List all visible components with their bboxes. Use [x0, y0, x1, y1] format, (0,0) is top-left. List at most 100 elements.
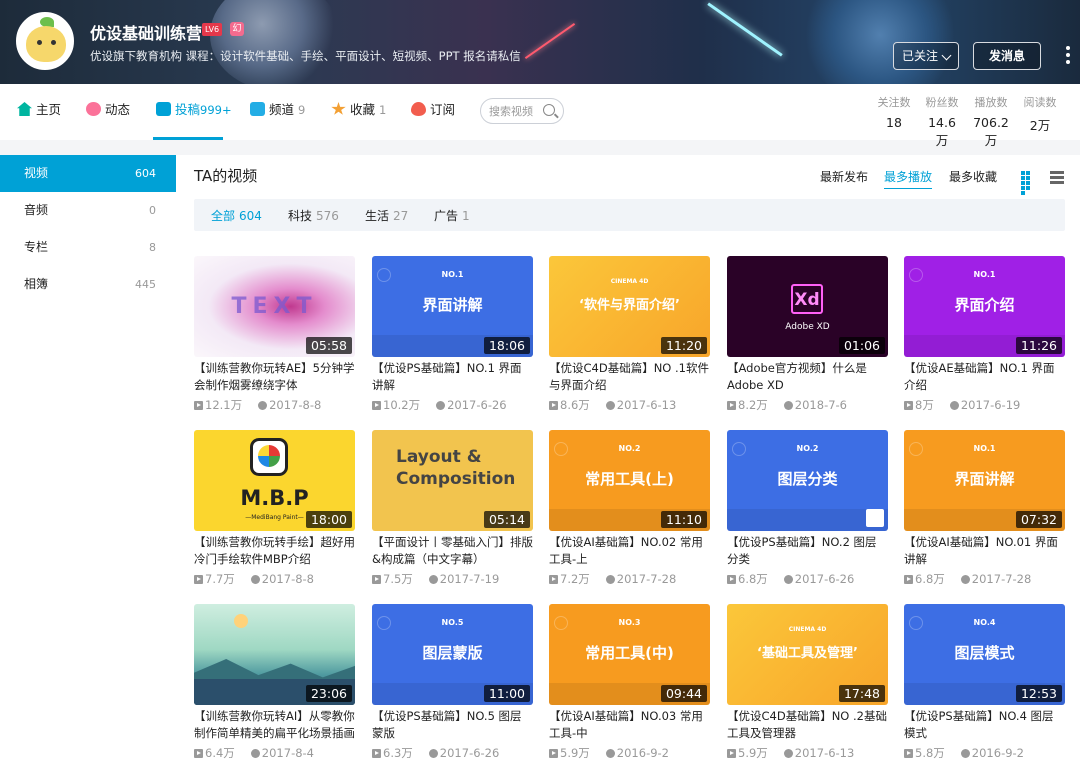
video-card[interactable]: TEXT 05:58 【训练营教你玩转AE】5分钟学会制作烟雾缭绕字体 12.1… — [194, 256, 355, 422]
sidebar-item-audio[interactable]: 音频 0 — [0, 192, 176, 229]
video-thumbnail[interactable]: NO.2 常用工具(上) 11:10 — [549, 430, 710, 531]
video-thumbnail[interactable]: NO.4 图层模式 12:53 — [904, 604, 1065, 705]
avatar[interactable] — [16, 12, 74, 70]
video-thumbnail[interactable]: Xd Adobe XD 01:06 — [727, 256, 888, 357]
video-meta: 5.9万 2017-6-13 — [727, 745, 888, 761]
search-icon[interactable] — [543, 104, 555, 116]
video-thumbnail[interactable]: NO.1 界面介绍 11:26 — [904, 256, 1065, 357]
video-title[interactable]: 【训练营教你玩转AE】5分钟学会制作烟雾缭绕字体 — [194, 360, 355, 394]
message-button[interactable]: 发消息 — [973, 42, 1041, 70]
tab-label: 主页 — [36, 102, 62, 117]
video-title[interactable]: 【优设C4D基础篇】NO .2基础工具及管理器 — [727, 708, 888, 742]
play-count-icon — [549, 401, 558, 410]
video-title[interactable]: 【优设AI基础篇】NO.03 常用工具-中 — [549, 708, 710, 742]
sidebar-item-album[interactable]: 相簿 445 — [0, 266, 176, 303]
video-meta: 6.4万 2017-8-4 — [194, 745, 355, 761]
video-title[interactable]: 【训练营教你玩转AI】从零教你制作简单精美的扁平化场景插画 — [194, 708, 355, 742]
video-thumbnail[interactable]: TEXT 05:58 — [194, 256, 355, 357]
play-count-icon — [194, 575, 203, 584]
list-view-icon[interactable] — [1050, 171, 1064, 185]
tab-uploads[interactable]: 投稿999+ — [156, 84, 232, 140]
tab-channels[interactable]: 频道 9 — [250, 84, 305, 140]
play-count-icon — [372, 575, 381, 584]
video-thumbnail[interactable]: CINEMA 4D ‘软件与界面介绍’ 11:20 — [549, 256, 710, 357]
sidebar-item-article[interactable]: 专栏 8 — [0, 229, 176, 266]
video-thumbnail[interactable]: Layout & Composition 05:14 — [372, 430, 533, 531]
video-title[interactable]: 【平面设计丨零基础入门】排版&构成篇（中文字幕） — [372, 534, 533, 568]
video-title[interactable]: 【优设PS基础篇】NO.1 界面讲解 — [372, 360, 533, 394]
play-count-icon — [904, 401, 913, 410]
video-thumbnail[interactable]: NO.1 界面讲解 07:32 — [904, 430, 1065, 531]
video-title[interactable]: 【优设PS基础篇】NO.2 图层分类 — [727, 534, 888, 568]
video-card[interactable]: NO.1 界面讲解 07:32 【优设AI基础篇】NO.01 界面讲解 6.8万… — [904, 430, 1065, 596]
clock-icon — [783, 401, 793, 410]
video-card[interactable]: M.B.P —MediBang Paint— 18:00 【训练营教你玩转手绘】… — [194, 430, 355, 596]
video-card[interactable]: Xd Adobe XD 01:06 【Adobe官方视频】什么是Adobe XD… — [727, 256, 888, 422]
grid-view-icon[interactable] — [1021, 171, 1035, 195]
heart-icon — [411, 102, 426, 116]
video-card[interactable]: NO.5 图层蒙版 11:00 【优设PS基础篇】NO.5 图层蒙版 6.3万 2… — [372, 604, 533, 770]
tab-subscriptions[interactable]: 订阅 — [411, 84, 459, 140]
video-card[interactable]: NO.2 图层分类 【优设PS基础篇】NO.2 图层分类 6.8万 2017-6-… — [727, 430, 888, 596]
play-count-icon — [372, 401, 381, 410]
role-badge: 幻 — [230, 22, 244, 36]
video-card[interactable]: Layout & Composition 05:14 【平面设计丨零基础入门】排… — [372, 430, 533, 596]
tab-favorites[interactable]: 收藏 1 — [331, 84, 386, 140]
video-card[interactable]: NO.2 常用工具(上) 11:10 【优设AI基础篇】NO.02 常用工具-上… — [549, 430, 710, 596]
active-tab-indicator — [153, 137, 223, 140]
video-title[interactable]: 【优设AE基础篇】NO.1 界面介绍 — [904, 360, 1065, 394]
video-meta: 12.1万 2017-8-8 — [194, 397, 355, 413]
banner-saber-red — [524, 22, 576, 60]
duration-badge: 23:06 — [305, 685, 352, 702]
clock-icon — [783, 575, 793, 584]
sidebar-item-video[interactable]: 视频 604 — [0, 155, 176, 192]
tab-home[interactable]: 主页 — [17, 84, 65, 140]
video-meta: 8.2万 2018-7-6 — [727, 397, 888, 413]
sort-most-favorited[interactable]: 最多收藏 — [949, 168, 997, 188]
search-input[interactable] — [489, 103, 545, 119]
filter-tech[interactable]: 科技 576 — [288, 207, 339, 224]
video-title[interactable]: 【Adobe官方视频】什么是Adobe XD — [727, 360, 888, 394]
filter-life[interactable]: 生活 27 — [365, 207, 408, 224]
tab-label: 收藏 — [350, 102, 376, 117]
stat-following[interactable]: 关注数 18 — [876, 94, 912, 130]
video-title[interactable]: 【优设AI基础篇】NO.01 界面讲解 — [904, 534, 1065, 568]
video-card[interactable]: CINEMA 4D ‘软件与界面介绍’ 11:20 【优设C4D基础篇】NO .… — [549, 256, 710, 422]
video-thumbnail[interactable]: M.B.P —MediBang Paint— 18:00 — [194, 430, 355, 531]
video-card[interactable]: 23:06 【训练营教你玩转AI】从零教你制作简单精美的扁平化场景插画 6.4万… — [194, 604, 355, 770]
video-thumbnail[interactable]: NO.2 图层分类 — [727, 430, 888, 531]
video-thumbnail[interactable]: NO.3 常用工具(中) 09:44 — [549, 604, 710, 705]
play-count-icon — [727, 401, 736, 410]
video-title[interactable]: 【训练营教你玩转手绘】超好用冷门手绘软件MBP介绍 — [194, 534, 355, 568]
video-title[interactable]: 【优设PS基础篇】NO.4 图层模式 — [904, 708, 1065, 742]
video-meta: 6.3万 2017-6-26 — [372, 745, 533, 761]
duration-badge: 05:58 — [305, 337, 352, 354]
tab-dynamic[interactable]: 动态 — [86, 84, 134, 140]
video-card[interactable]: NO.3 常用工具(中) 09:44 【优设AI基础篇】NO.03 常用工具-中… — [549, 604, 710, 770]
follow-button[interactable]: 已关注 — [893, 42, 959, 70]
video-card[interactable]: NO.1 界面介绍 11:26 【优设AE基础篇】NO.1 界面介绍 8万 201… — [904, 256, 1065, 422]
home-icon — [17, 102, 32, 116]
watch-later-icon[interactable] — [866, 509, 884, 527]
video-card[interactable]: NO.1 界面讲解 18:06 【优设PS基础篇】NO.1 界面讲解 10.2万… — [372, 256, 533, 422]
video-thumbnail[interactable]: NO.5 图层蒙版 11:00 — [372, 604, 533, 705]
filter-bar: 全部 604 科技 576 生活 27 广告 1 — [194, 199, 1065, 231]
video-panel: TA的视频 最新发布 最多播放 最多收藏 全部 604 科技 576 生活 27 广告… — [176, 155, 1080, 774]
filter-ads[interactable]: 广告 1 — [434, 207, 470, 224]
clock-icon — [605, 401, 615, 410]
video-title[interactable]: 【优设AI基础篇】NO.02 常用工具-上 — [549, 534, 710, 568]
video-title[interactable]: 【优设C4D基础篇】NO .1软件与界面介绍 — [549, 360, 710, 394]
video-thumbnail[interactable]: CINEMA 4D ‘基础工具及管理’ 17:48 — [727, 604, 888, 705]
sort-most-played[interactable]: 最多播放 — [884, 168, 933, 189]
video-thumbnail[interactable]: NO.1 界面讲解 18:06 — [372, 256, 533, 357]
video-thumbnail[interactable]: 23:06 — [194, 604, 355, 705]
video-title[interactable]: 【优设PS基础篇】NO.5 图层蒙版 — [372, 708, 533, 742]
sort-latest[interactable]: 最新发布 — [820, 168, 868, 188]
video-card[interactable]: CINEMA 4D ‘基础工具及管理’ 17:48 【优设C4D基础篇】NO .… — [727, 604, 888, 770]
filter-all[interactable]: 全部 604 — [211, 207, 262, 224]
video-card[interactable]: NO.4 图层模式 12:53 【优设PS基础篇】NO.4 图层模式 5.8万 2… — [904, 604, 1065, 770]
search-box[interactable] — [480, 98, 564, 124]
more-vertical-icon[interactable] — [1064, 46, 1072, 66]
stat-plays: 播放数 706.2万 — [973, 96, 1009, 148]
stat-fans[interactable]: 粉丝数 14.6万 — [922, 94, 962, 149]
